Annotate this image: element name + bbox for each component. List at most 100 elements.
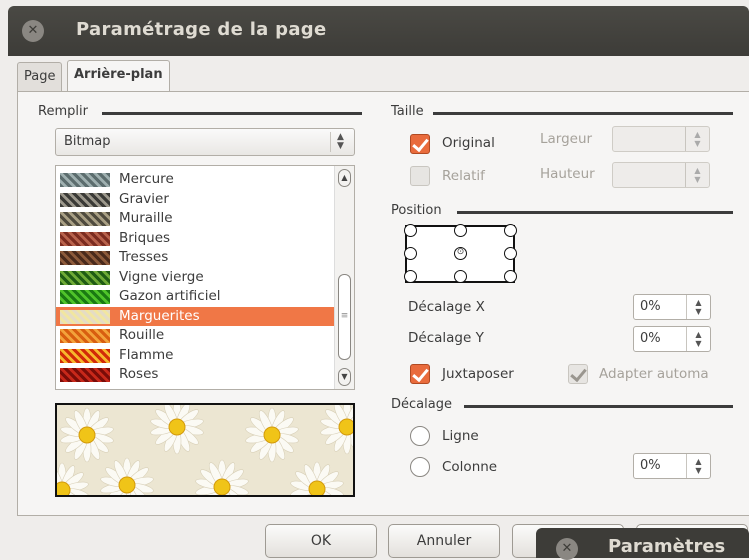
offset-value: 0% xyxy=(640,458,661,473)
list-item-label: Tresses xyxy=(119,249,169,265)
list-item-label: Mercure xyxy=(119,171,174,187)
original-label: Original xyxy=(442,135,495,151)
relative-checkbox[interactable] xyxy=(410,166,430,186)
position-top-left[interactable] xyxy=(404,224,417,237)
position-middle-right[interactable] xyxy=(504,247,517,260)
overlay-window: ✕ Paramètres xyxy=(536,528,749,560)
tab-page[interactable]: Page xyxy=(17,62,63,92)
scroll-thumb[interactable]: ≡ xyxy=(338,274,351,360)
daisy-center xyxy=(213,478,231,495)
spin-arrows-icon[interactable]: ▲ ▼ xyxy=(685,127,709,151)
daisy-center xyxy=(78,426,96,444)
list-item-label: Vigne vierge xyxy=(119,268,204,285)
row-label: Ligne xyxy=(442,428,479,444)
width-label: Largeur xyxy=(540,131,593,147)
daisy-center xyxy=(263,426,281,444)
spin-arrows-icon[interactable]: ▲ ▼ xyxy=(686,295,710,319)
list-item-label: Muraille xyxy=(119,210,173,226)
position-top-right[interactable] xyxy=(504,224,517,237)
spin-arrows-icon[interactable]: ▲ ▼ xyxy=(686,327,710,351)
column-label: Colonne xyxy=(442,459,498,475)
autofit-checkbox[interactable] xyxy=(568,364,588,384)
list-item[interactable]: Roses xyxy=(56,365,336,385)
spin-arrows-icon[interactable]: ▲ ▼ xyxy=(686,454,710,478)
bitmap-swatch xyxy=(60,290,110,304)
position-grid[interactable]: ⊙ xyxy=(404,224,517,283)
tab-background[interactable]: Arrière-plan xyxy=(67,60,170,92)
bitmap-swatch xyxy=(60,173,110,187)
column-radio[interactable] xyxy=(410,457,430,477)
list-item-label: Gazon artificiel xyxy=(119,288,221,304)
bitmap-swatch xyxy=(60,309,110,324)
width-spin[interactable]: ▲ ▼ xyxy=(612,126,710,152)
close-icon[interactable]: ✕ xyxy=(556,538,578,560)
position-bottom-center[interactable] xyxy=(454,270,467,283)
ok-button[interactable]: OK xyxy=(265,524,377,558)
size-section-label: Taille xyxy=(391,104,424,119)
tile-checkbox[interactable] xyxy=(410,364,430,384)
dialog-title: Paramétrage de la page xyxy=(76,19,327,40)
offset-value-spin[interactable]: 0% ▲ ▼ xyxy=(633,453,711,479)
fill-type-select[interactable]: Bitmap ▲ ▼ xyxy=(55,128,355,156)
list-item[interactable]: Muraille xyxy=(56,209,336,229)
list-item-label: Roses xyxy=(119,366,159,382)
scroll-up-icon[interactable]: ▲ xyxy=(338,169,351,187)
daisy-center xyxy=(338,418,353,436)
list-item[interactable]: Vigne vierge xyxy=(56,268,336,288)
daisy-center xyxy=(57,481,71,495)
fill-divider xyxy=(102,112,362,115)
relative-label: Relatif xyxy=(442,168,485,184)
list-scrollbar[interactable]: ▲ ≡ ▼ xyxy=(334,166,354,389)
position-section-label: Position xyxy=(391,203,442,218)
size-divider xyxy=(433,112,733,115)
offset-x-label: Décalage X xyxy=(408,299,485,315)
list-item[interactable]: Rouille xyxy=(56,326,336,346)
daisy-center xyxy=(168,418,186,436)
offset-x-spin[interactable]: 0% ▲ ▼ xyxy=(633,294,711,320)
bitmap-preview xyxy=(55,403,355,497)
updown-arrows-icon: ▲ ▼ xyxy=(330,132,350,152)
fill-type-value: Bitmap xyxy=(64,134,111,149)
spin-arrows-icon[interactable]: ▲ ▼ xyxy=(685,163,709,187)
daisy-center xyxy=(308,480,326,495)
height-spin[interactable]: ▲ ▼ xyxy=(612,162,710,188)
offset-y-spin[interactable]: 0% ▲ ▼ xyxy=(633,326,711,352)
position-middle-left[interactable] xyxy=(404,247,417,260)
original-checkbox[interactable] xyxy=(410,134,430,154)
bitmap-swatch xyxy=(60,329,110,343)
autofit-label: Adapter automa xyxy=(599,366,709,382)
height-label: Hauteur xyxy=(540,166,595,182)
offset-y-label: Décalage Y xyxy=(408,330,484,346)
list-item[interactable]: Tresses xyxy=(56,248,336,268)
bitmap-list[interactable]: Mercure Gravier Muraille Briques Tresses Vign… xyxy=(55,165,355,390)
list-item[interactable]: Mercure xyxy=(56,170,336,190)
bitmap-swatch xyxy=(60,348,110,363)
list-item[interactable]: Flamme xyxy=(56,346,336,366)
list-item-label: Marguerites xyxy=(119,307,200,324)
position-top-center[interactable] xyxy=(454,224,467,237)
cancel-button[interactable]: Annuler xyxy=(388,524,500,558)
daisy-preview-image xyxy=(57,405,353,495)
tile-label: Juxtaposer xyxy=(442,366,514,382)
list-item[interactable]: Gravier xyxy=(56,190,336,210)
list-item[interactable]: Marguerites xyxy=(56,306,336,326)
list-item-label: Rouille xyxy=(119,327,165,343)
grip-icon: ≡ xyxy=(340,311,349,321)
close-icon[interactable]: ✕ xyxy=(22,20,44,42)
bitmap-swatch xyxy=(60,212,110,226)
position-center[interactable]: ⊙ xyxy=(454,247,467,260)
list-item-label: Gravier xyxy=(119,190,169,207)
offset-section-label: Décalage xyxy=(391,397,452,412)
row-radio[interactable] xyxy=(410,426,430,446)
bitmap-swatch xyxy=(60,231,110,246)
offset-x-value: 0% xyxy=(640,299,661,314)
scroll-down-icon[interactable]: ▼ xyxy=(338,368,351,386)
bitmap-swatch xyxy=(60,192,110,207)
position-bottom-left[interactable] xyxy=(404,270,417,283)
dialog-titlebar: ✕ Paramétrage de la page xyxy=(8,6,749,56)
list-item[interactable]: Gazon artificiel xyxy=(56,287,336,307)
position-bottom-right[interactable] xyxy=(504,270,517,283)
bitmap-swatch xyxy=(60,368,110,382)
list-item[interactable]: Briques xyxy=(56,229,336,249)
position-divider xyxy=(457,211,733,214)
